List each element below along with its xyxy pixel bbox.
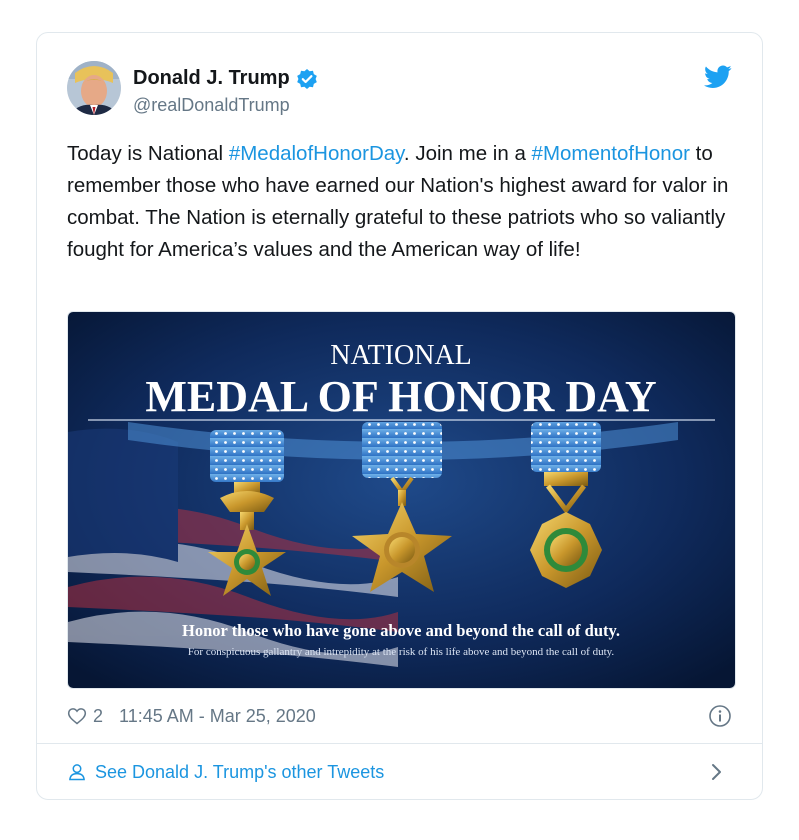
hashtag-momentofhonor[interactable]: #MomentofHonor [532,142,690,165]
hashtag-medalofhonorday[interactable]: #MedalofHonorDay [229,142,404,165]
heart-icon[interactable] [67,706,87,726]
divider [37,743,762,744]
media-subtagline: For conspicuous gallantry and intrepidit… [188,646,615,658]
see-other-tweets-link[interactable]: See Donald J. Trump's other Tweets [67,755,732,789]
tweet-text: Today is National #MedalofHonorDay. Join… [67,138,737,266]
author-handle[interactable]: @realDonaldTrump [133,95,290,116]
tweet-text-part-1: Today is National [67,142,229,165]
tweet-meta: 2 11:45 AM - Mar 25, 2020 [67,701,732,731]
like-count[interactable]: 2 [93,706,103,727]
author-name[interactable]: Donald J. Trump [133,67,290,90]
tweet-media-image[interactable]: NATIONAL MEDAL OF HONOR DAY Honor those … [67,311,736,689]
verified-badge-icon [296,68,318,90]
tweet-text-part-2: . Join me in a [403,142,532,165]
avatar[interactable] [67,61,121,115]
author-name-row[interactable]: Donald J. Trump [133,67,318,90]
media-title-line-2: MEDAL OF HONOR DAY [145,372,656,421]
media-title-line-1: NATIONAL [330,340,472,371]
person-icon [67,762,87,782]
tweet-card: Donald J. Trump @realDonaldTrump Today i… [36,32,763,800]
see-other-tweets-label[interactable]: See Donald J. Trump's other Tweets [95,762,384,783]
chevron-right-icon[interactable] [708,763,724,781]
media-tagline: Honor those who have gone above and beyo… [182,621,620,640]
info-icon[interactable] [708,704,732,728]
tweet-timestamp[interactable]: 11:45 AM - Mar 25, 2020 [119,706,316,727]
twitter-bird-icon[interactable] [704,65,732,89]
